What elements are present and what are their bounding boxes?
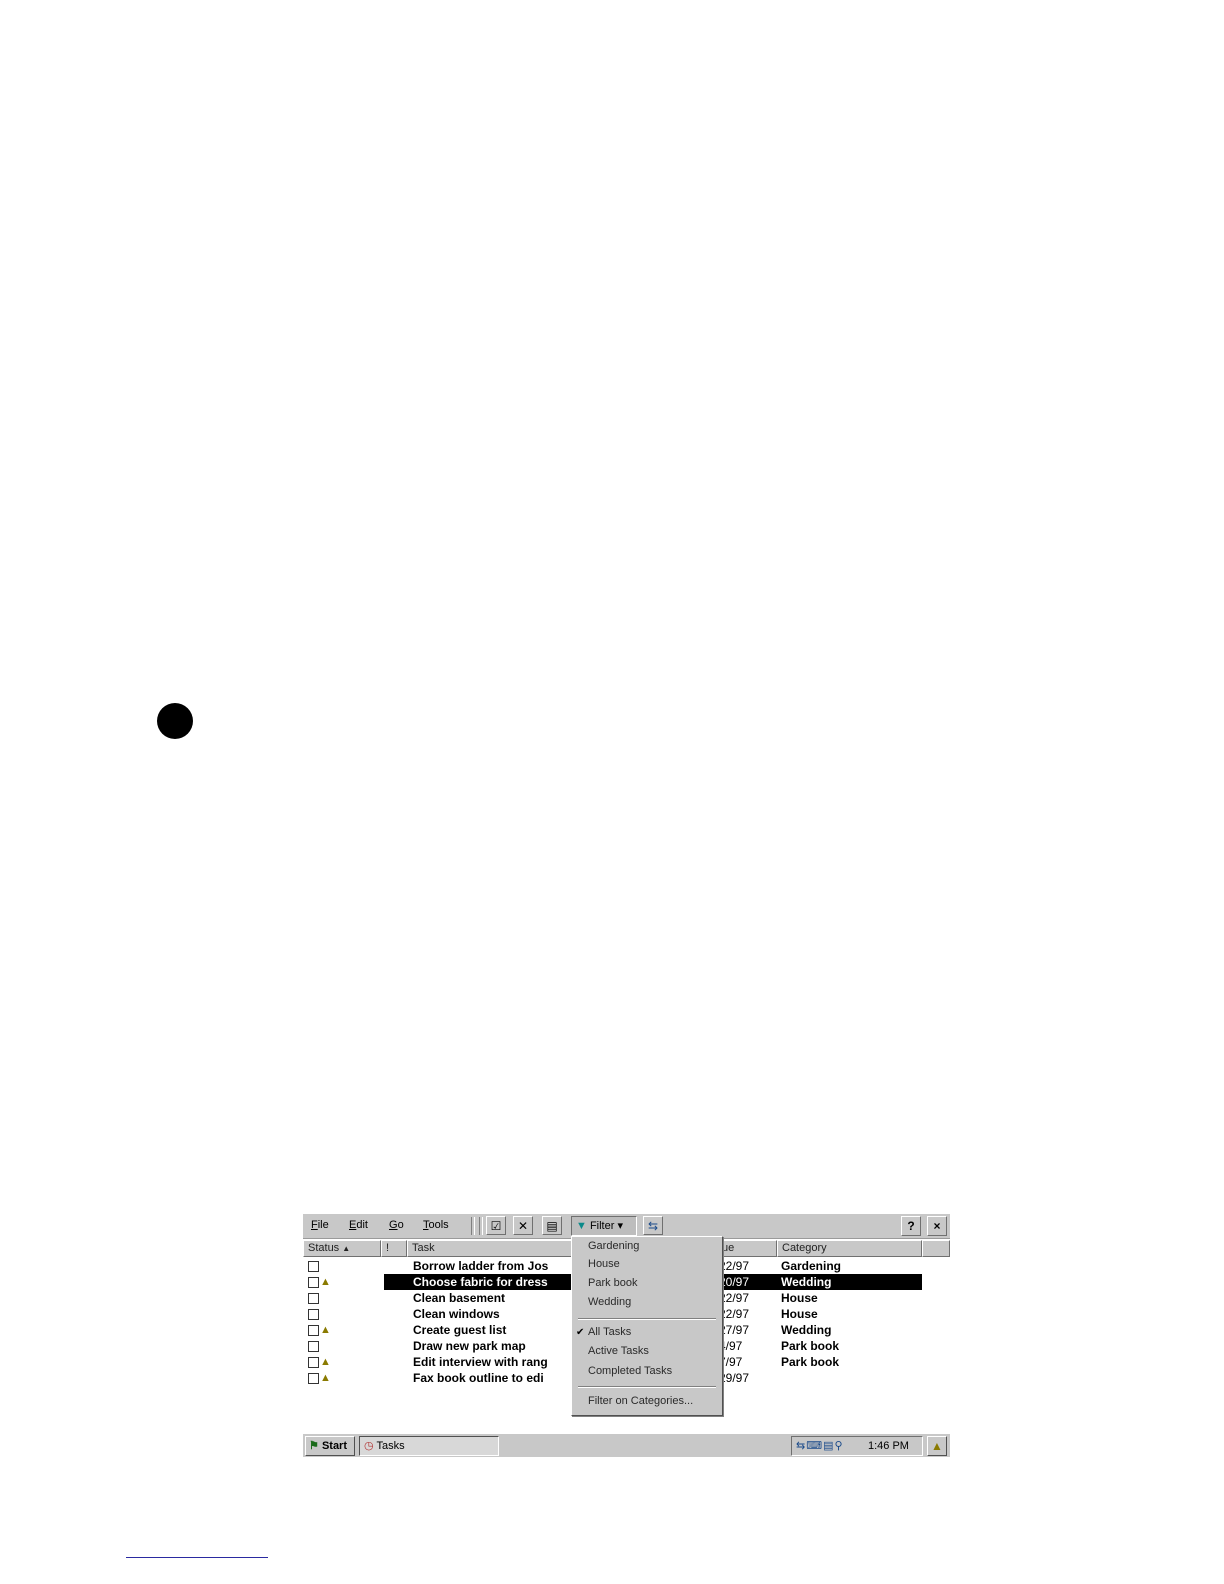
taskbar: ⚑ Start ◷ Tasks ⇆⌨▤⚲ 1:46 PM ▲ — [303, 1433, 950, 1457]
chevron-down-icon: ▾ — [617, 1220, 623, 1232]
filter-label: Filter — [589, 1220, 615, 1232]
windows-flag-icon: ⚑ — [309, 1440, 319, 1452]
filter-menu-item-all-tasks[interactable]: All Tasks — [588, 1326, 631, 1338]
sync-button[interactable]: ⇆ — [643, 1216, 663, 1235]
task-subject: Fax book outline to edi — [413, 1371, 544, 1385]
menu-divider — [578, 1318, 716, 1320]
filter-button[interactable]: ▼ Filter ▾ — [571, 1216, 637, 1236]
help-icon: ? — [907, 1219, 915, 1233]
priority-icon: ▲ — [320, 1276, 331, 1288]
magnifier-icon: ⚲ — [834, 1440, 844, 1452]
task-category: Wedding — [781, 1323, 832, 1337]
task-category: Park book — [781, 1339, 840, 1353]
task-due-date: 29/97 — [719, 1371, 750, 1385]
menu-tools[interactable]: Tools — [423, 1219, 449, 1231]
toolbar-separator — [479, 1217, 483, 1235]
completed-checkbox[interactable] — [308, 1373, 319, 1384]
completed-checkbox[interactable] — [308, 1261, 319, 1272]
task-category: Park book — [781, 1355, 840, 1369]
task-subject: Draw new park map — [413, 1339, 526, 1353]
desktop-icon: ▲ — [931, 1439, 943, 1453]
filter-menu-item-completed-tasks[interactable]: Completed Tasks — [588, 1365, 672, 1377]
menu-divider — [578, 1386, 716, 1388]
column-header-due[interactable]: ue — [717, 1240, 777, 1257]
help-button[interactable]: ? — [901, 1216, 921, 1236]
tasks-screenshot: File Edit Go Tools ☑ ✕ ▤ ▼ Filter ▾ ⇆ ? … — [303, 1214, 950, 1457]
delete-button[interactable]: ✕ — [513, 1216, 533, 1235]
completed-checkbox[interactable] — [308, 1325, 319, 1336]
task-subject: Create guest list — [413, 1323, 507, 1337]
filter-menu-item-gardening[interactable]: Gardening — [588, 1240, 639, 1252]
task-subject: Choose fabric for dress — [413, 1275, 548, 1289]
completed-checkbox[interactable] — [308, 1341, 319, 1352]
connection-icon: ⇆ — [796, 1440, 807, 1452]
completed-checkbox[interactable] — [308, 1293, 319, 1304]
sort-arrow-icon: ▲ — [342, 1244, 351, 1253]
close-button[interactable]: × — [927, 1216, 947, 1236]
filter-menu-item-filter-on-categories[interactable]: Filter on Categories... — [588, 1395, 693, 1407]
sync-icon: ⇆ — [647, 1219, 659, 1233]
task-subject: Edit interview with rang — [413, 1355, 548, 1369]
filter-menu-item-house[interactable]: House — [588, 1258, 620, 1270]
task-category: House — [781, 1307, 818, 1321]
menu-edit[interactable]: Edit — [349, 1219, 368, 1231]
filter-menu-item-wedding[interactable]: Wedding — [588, 1296, 631, 1308]
task-category: Wedding — [781, 1275, 832, 1289]
delete-icon: ✕ — [517, 1219, 529, 1233]
filter-menu-item-park-book[interactable]: Park book — [588, 1277, 638, 1289]
column-header-priority[interactable]: ! — [381, 1240, 407, 1257]
system-tray: ⇆⌨▤⚲ 1:46 PM — [791, 1436, 923, 1456]
task-category: House — [781, 1291, 818, 1305]
column-header-status[interactable]: Status ▲ — [303, 1240, 381, 1257]
keyboard-icon: ⌨ — [806, 1440, 824, 1452]
new-task-button[interactable]: ☑ — [486, 1216, 506, 1235]
filter-icon: ▼ — [576, 1220, 587, 1232]
task-subject: Clean basement — [413, 1291, 506, 1305]
desktop-button[interactable]: ▲ — [927, 1436, 947, 1456]
start-button[interactable]: ⚑ Start — [305, 1436, 355, 1456]
task-due-date: 4/97 — [719, 1339, 743, 1353]
task-due-date: 27/97 — [719, 1323, 750, 1337]
task-due-date: 7/97 — [719, 1355, 743, 1369]
save-button[interactable]: ▤ — [542, 1216, 562, 1235]
new-task-icon: ☑ — [490, 1219, 502, 1233]
tray-icons[interactable]: ⇆⌨▤⚲ — [796, 1437, 844, 1455]
task-due-date: 22/97 — [719, 1259, 750, 1273]
save-icon: ▤ — [546, 1219, 558, 1233]
calendar-icon: ▤ — [823, 1440, 835, 1452]
filter-dropdown-menu: Gardening House Park book Wedding ✔ All … — [571, 1236, 723, 1416]
priority-icon: ▲ — [320, 1372, 331, 1384]
filter-menu-item-active-tasks[interactable]: Active Tasks — [588, 1345, 649, 1357]
clock-time[interactable]: 1:46 PM — [868, 1437, 909, 1455]
task-subject: Clean windows — [413, 1307, 500, 1321]
bullet-marker — [157, 703, 193, 739]
check-icon: ✔ — [576, 1327, 585, 1338]
task-due-date: 20/97 — [719, 1275, 750, 1289]
task-due-date: 22/97 — [719, 1291, 750, 1305]
completed-checkbox[interactable] — [308, 1309, 319, 1320]
completed-checkbox[interactable] — [308, 1277, 319, 1288]
column-header-filler — [922, 1240, 950, 1257]
task-subject: Borrow ladder from Jos — [413, 1259, 549, 1273]
completed-checkbox[interactable] — [308, 1357, 319, 1368]
task-category: Gardening — [781, 1259, 842, 1273]
footer-rule — [126, 1557, 268, 1558]
menu-go[interactable]: Go — [389, 1219, 404, 1231]
close-icon: × — [933, 1219, 941, 1233]
task-due-date: 22/97 — [719, 1307, 750, 1321]
taskbar-item-tasks[interactable]: ◷ Tasks — [359, 1436, 499, 1456]
priority-icon: ▲ — [320, 1356, 331, 1368]
toolbar-separator — [471, 1217, 475, 1235]
priority-icon: ▲ — [320, 1324, 331, 1336]
column-header-category[interactable]: Category — [777, 1240, 922, 1257]
tasks-app-icon: ◷ — [364, 1440, 374, 1452]
menu-file[interactable]: File — [311, 1219, 329, 1231]
